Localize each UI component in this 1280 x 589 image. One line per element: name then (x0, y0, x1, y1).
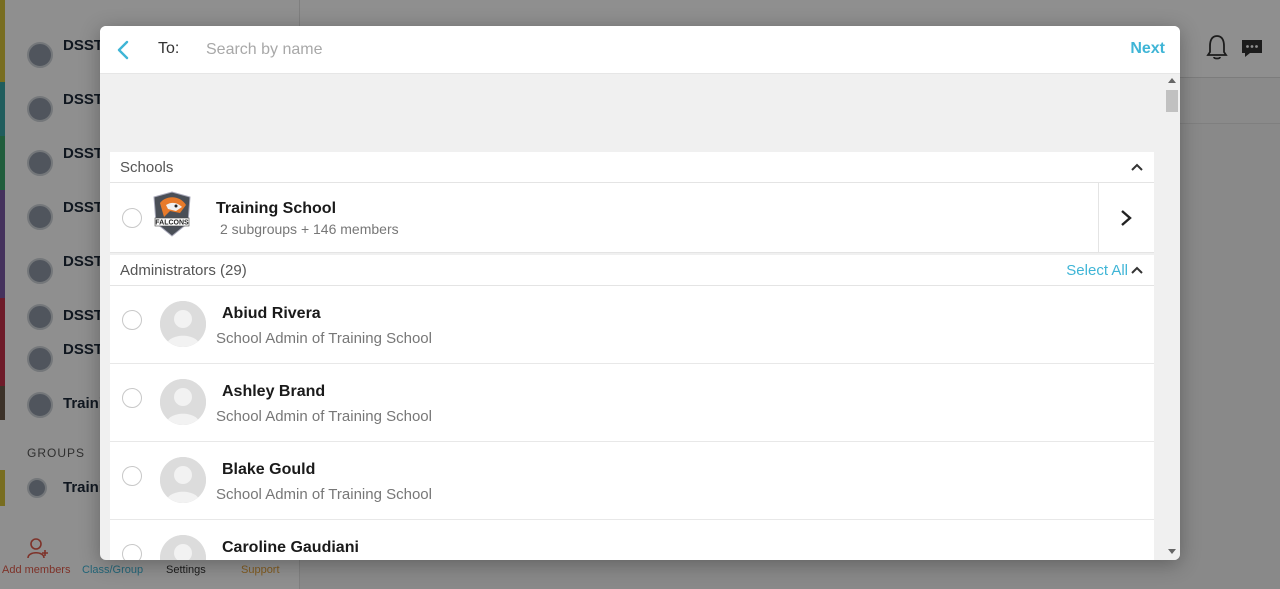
person-select-radio[interactable] (122, 310, 142, 330)
school-name: Training School (216, 200, 337, 217)
person-row[interactable]: Blake Gould School Admin of Training Scho… (110, 442, 1154, 520)
person-name: Blake Gould (222, 461, 316, 478)
scroll-up-arrow-icon[interactable] (1168, 78, 1176, 83)
default-avatar-icon (160, 535, 206, 560)
back-chevron-icon[interactable] (112, 38, 134, 62)
default-avatar-icon (160, 379, 206, 425)
person-name: Abiud Rivera (222, 305, 321, 322)
admins-section-title: Administrators (29) (120, 262, 247, 279)
person-row[interactable]: Caroline GaudianiSchool Admin of Trainin… (110, 520, 1154, 560)
modal-header: To: Next (100, 26, 1180, 74)
recipient-list-scroll[interactable]: Schools FALCONS Training School 2 subgro… (100, 74, 1180, 560)
school-row[interactable]: FALCONS Training School 2 subgroups + 14… (110, 183, 1154, 253)
default-avatar-icon (160, 301, 206, 347)
scroll-thumb[interactable] (1166, 90, 1178, 112)
person-name: Ashley Brand (222, 383, 326, 400)
avatar (160, 535, 206, 560)
school-open-button[interactable] (1098, 183, 1154, 253)
person-row[interactable]: Ashley Brand School Admin of Training Sch… (110, 364, 1154, 442)
person-row[interactable]: Abiud Rivera School Admin of Training Sch… (110, 286, 1154, 364)
select-all-button[interactable]: Select All (1066, 262, 1128, 279)
person-role: School Admin of Training School (216, 486, 432, 503)
admins-list: Abiud Rivera School Admin of Training Sch… (110, 286, 1154, 560)
falcons-logo: FALCONS (153, 191, 191, 237)
person-select-radio[interactable] (122, 466, 142, 486)
school-select-radio[interactable] (122, 208, 142, 228)
avatar (160, 301, 206, 347)
compose-modal: To: Next Schools FALCONS (100, 26, 1180, 560)
logo-text: FALCONS (155, 220, 189, 227)
person-role: School Admin of Training School (216, 408, 432, 425)
person-select-radio[interactable] (122, 388, 142, 408)
chevron-right-icon (1121, 210, 1132, 226)
school-meta: 2 subgroups + 146 members (220, 221, 399, 237)
scroll-down-arrow-icon[interactable] (1168, 549, 1176, 554)
scrollbar[interactable] (1164, 74, 1180, 560)
person-name: Caroline Gaudiani (222, 539, 359, 556)
admins-section-header: Administrators (29) Select All (110, 255, 1154, 286)
schools-section-title: Schools (120, 159, 174, 176)
schools-section-header: Schools (110, 152, 1154, 183)
top-spacer (100, 74, 1164, 152)
collapse-chevron-up-icon[interactable] (1130, 160, 1144, 174)
default-avatar-icon (160, 457, 206, 503)
person-role: School Admin of Training School (216, 330, 432, 347)
person-select-radio[interactable] (122, 544, 142, 560)
next-button[interactable]: Next (1130, 40, 1165, 58)
to-label: To: (158, 40, 180, 57)
avatar (160, 379, 206, 425)
recipient-search-input[interactable] (206, 36, 806, 64)
collapse-chevron-up-icon[interactable] (1130, 263, 1144, 277)
recipient-list: Schools FALCONS Training School 2 subgro… (110, 152, 1154, 560)
avatar (160, 457, 206, 503)
